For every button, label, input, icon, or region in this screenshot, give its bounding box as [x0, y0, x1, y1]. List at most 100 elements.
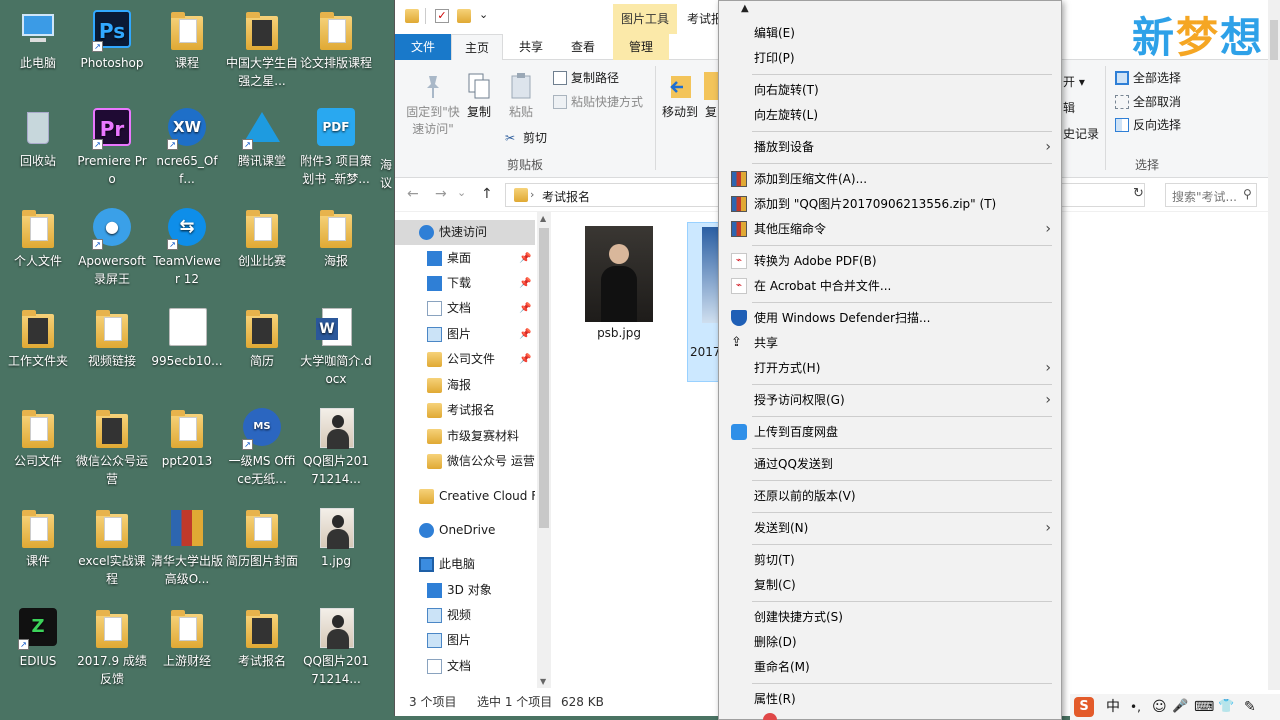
menu-item[interactable]: ⌁ 转换为 Adobe PDF(B)	[721, 249, 1059, 273]
folder-icon[interactable]	[405, 9, 419, 23]
nav-scroll-thumb[interactable]	[539, 228, 549, 528]
menu-item[interactable]: 其他压缩命令 ›	[721, 217, 1059, 241]
nav-item[interactable]: 3D 对象	[395, 578, 535, 603]
menu-item[interactable]: 授予访问权限(G) ›	[721, 388, 1059, 412]
nav-item[interactable]: 微信公众号 运营	[395, 449, 535, 474]
punctuation-icon[interactable]: •,	[1130, 694, 1141, 720]
pin-icon[interactable]: 📌	[519, 347, 531, 372]
content-scrollbar[interactable]	[1268, 0, 1280, 690]
desktop-icon[interactable]: 工作文件夹	[0, 306, 76, 370]
nav-item[interactable]: 快速访问	[395, 220, 535, 245]
invert-selection-button[interactable]: 反向选择	[1113, 115, 1213, 135]
desktop-icon[interactable]: ppt2013	[149, 406, 225, 470]
pin-to-quick-access-button[interactable]: 固定到"快速访问"	[401, 72, 465, 138]
desktop-icon[interactable]: ↗ 腾讯课堂	[224, 106, 300, 170]
desktop-icon[interactable]: ⇆ ↗ TeamViewer 12	[149, 206, 225, 288]
desktop-icon[interactable]: PDF 附件3 项目策划书 -新梦...	[298, 106, 374, 188]
tools-icon[interactable]: ✎	[1244, 694, 1256, 720]
nav-item[interactable]: 文档	[395, 654, 535, 679]
pin-icon[interactable]: 📌	[519, 246, 531, 271]
menu-item[interactable]: 通过QQ发送到	[721, 452, 1059, 476]
pin-icon[interactable]: 📌	[519, 322, 531, 347]
menu-item[interactable]: 添加到 "QQ图片20170906213556.zip" (T)	[721, 192, 1059, 216]
desktop-icon[interactable]: XW ↗ ncre65_Off...	[149, 106, 225, 188]
refresh-icon[interactable]: ↻	[1133, 186, 1144, 201]
nav-item[interactable]: 图片 📌	[395, 322, 535, 347]
select-none-button[interactable]: 全部取消	[1113, 92, 1213, 112]
copy-to-button[interactable]: 复	[703, 72, 719, 121]
properties-icon[interactable]: ✓	[435, 9, 449, 23]
menu-item[interactable]: 重命名(M)	[721, 655, 1059, 679]
desktop-icon[interactable]: excel实战课程	[74, 506, 150, 588]
nav-item[interactable]: 海报	[395, 373, 535, 398]
menu-item[interactable]: 还原以前的版本(V)	[721, 484, 1059, 508]
edit-button[interactable]: 辑	[1063, 100, 1093, 117]
tab-manage[interactable]: 管理	[613, 34, 669, 60]
cut-button[interactable]: ✂ 剪切	[503, 128, 563, 148]
desktop-icon[interactable]: 微信公众号运营	[74, 406, 150, 488]
move-to-button[interactable]: 移动到	[659, 72, 701, 121]
copy-path-button[interactable]: 复制路径	[551, 68, 661, 88]
menu-item[interactable]: 打印(P)	[721, 46, 1059, 70]
desktop-icon[interactable]: ● ↗ Apowersoft录屏王	[74, 206, 150, 288]
nav-item[interactable]: 下载 📌	[395, 271, 535, 296]
nav-item[interactable]: OneDrive	[395, 518, 535, 543]
emoji-icon[interactable]: ☺	[1152, 694, 1167, 720]
menu-item[interactable]: 编辑(E)	[721, 21, 1059, 45]
open-button[interactable]: 开 ▾	[1063, 74, 1093, 91]
sogou-ime-icon[interactable]: S	[1074, 697, 1094, 717]
nav-item[interactable]: 桌面 📌	[395, 246, 535, 271]
desktop-icon[interactable]: MS ↗ 一级MS Office无纸...	[224, 406, 300, 488]
keyboard-icon[interactable]: ⌨	[1194, 694, 1214, 720]
desktop-icon[interactable]: 论文排版课程	[298, 8, 374, 72]
desktop-icon[interactable]: 回收站	[0, 106, 76, 170]
nav-scrollbar[interactable]: ▲ ▼	[537, 212, 551, 688]
quick-access-dropdown-icon[interactable]: ⌄	[479, 8, 488, 21]
recent-locations-icon[interactable]: ⌄	[457, 186, 466, 199]
nav-item[interactable]: Creative Cloud F	[395, 484, 535, 509]
desktop-icon[interactable]: 海报	[298, 206, 374, 270]
forward-icon[interactable]: →	[435, 186, 447, 202]
menu-item[interactable]: ⌁ 在 Acrobat 中合并文件...	[721, 274, 1059, 298]
desktop-icon[interactable]: 考试报名	[224, 606, 300, 670]
nav-item[interactable]: 考试报名	[395, 398, 535, 423]
nav-item[interactable]: 文档 📌	[395, 296, 535, 321]
desktop-icon[interactable]: W 大学咖简介.docx	[298, 306, 374, 388]
paste-button[interactable]: 粘贴	[503, 72, 539, 121]
menu-item[interactable]: 发送到(N) ›	[721, 516, 1059, 540]
desktop-icon[interactable]: QQ图片20171214...	[298, 606, 374, 688]
content-scroll-thumb[interactable]	[1270, 20, 1278, 60]
tab-view[interactable]: 查看	[557, 34, 609, 60]
desktop-icon[interactable]: 995ecb10...	[149, 306, 225, 370]
desktop-icon[interactable]: 2017.9 成绩反馈	[74, 606, 150, 688]
menu-item[interactable]: 打开方式(H) ›	[721, 356, 1059, 380]
nav-item[interactable]: 图片	[395, 628, 535, 653]
microphone-icon[interactable]: 🎤	[1172, 694, 1188, 720]
tab-file[interactable]: 文件	[395, 34, 451, 60]
desktop-icon[interactable]: 个人文件	[0, 206, 76, 270]
menu-item[interactable]: 上传到百度网盘	[721, 420, 1059, 444]
desktop-icon[interactable]: Pr ↗ Premiere Pro	[74, 106, 150, 188]
menu-item[interactable]: 播放到设备 ›	[721, 135, 1059, 159]
desktop-icon[interactable]: QQ图片20171214...	[298, 406, 374, 488]
desktop-icon[interactable]: 简历	[224, 306, 300, 370]
menu-item[interactable]: ⇪ 共享	[721, 331, 1059, 355]
select-all-button[interactable]: 全部选择	[1113, 68, 1213, 88]
history-button[interactable]: 史记录	[1063, 126, 1103, 143]
menu-item[interactable]: 复制(C)	[721, 573, 1059, 597]
desktop-icon[interactable]: 清华大学出版 高级O...	[149, 506, 225, 588]
desktop-icon[interactable]: 此电脑	[0, 8, 76, 72]
copy-button[interactable]: 复制	[461, 72, 497, 121]
scroll-down-icon[interactable]: ▼	[540, 677, 546, 686]
new-folder-icon[interactable]	[457, 9, 471, 23]
nav-item[interactable]: 市级复赛材料	[395, 424, 535, 449]
desktop-icon[interactable]: 课件	[0, 506, 76, 570]
menu-item[interactable]: 向左旋转(L)	[721, 103, 1059, 127]
desktop-icon[interactable]: 创业比赛	[224, 206, 300, 270]
desktop-icon[interactable]: 公司文件	[0, 406, 76, 470]
menu-item[interactable]: 删除(D)	[721, 630, 1059, 654]
menu-item[interactable]: 剪切(T)	[721, 548, 1059, 572]
nav-item[interactable]: 此电脑	[395, 552, 535, 577]
menu-scroll-up-icon[interactable]: ▲	[741, 3, 749, 14]
desktop-icon[interactable]: 视频链接	[74, 306, 150, 370]
